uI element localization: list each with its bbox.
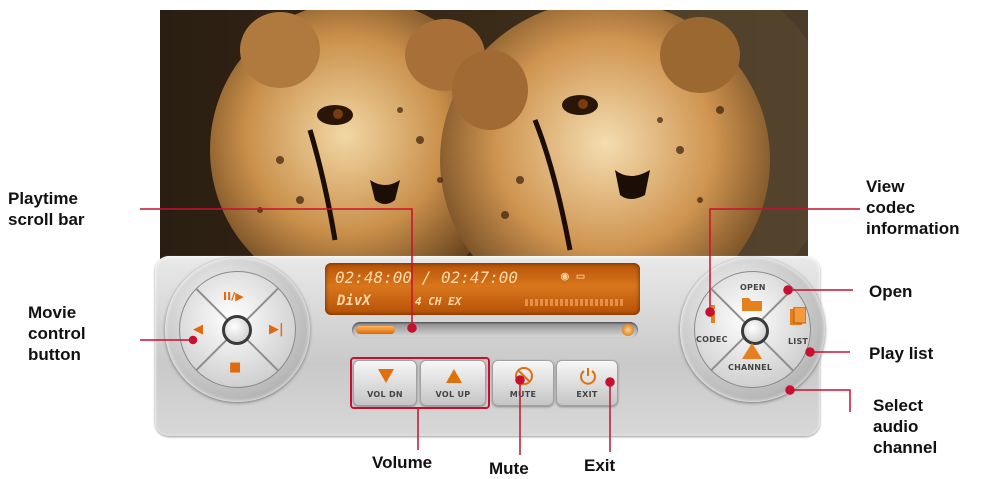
- callout-playtime-scroll-bar: Playtime scroll bar: [8, 189, 85, 229]
- callout-mute: Mute: [489, 459, 529, 478]
- callout-select-audio-channel: Select audio channel: [873, 396, 938, 457]
- callout-volume: Volume: [372, 453, 433, 472]
- callout-open: Open: [869, 282, 913, 301]
- callout-view-codec-information: View codec information: [866, 177, 960, 238]
- callout-play-list: Play list: [869, 344, 934, 363]
- callout-exit: Exit: [584, 456, 616, 475]
- callout-movie-control-button: Movie control button: [28, 303, 86, 364]
- callout-lines: [140, 208, 860, 455]
